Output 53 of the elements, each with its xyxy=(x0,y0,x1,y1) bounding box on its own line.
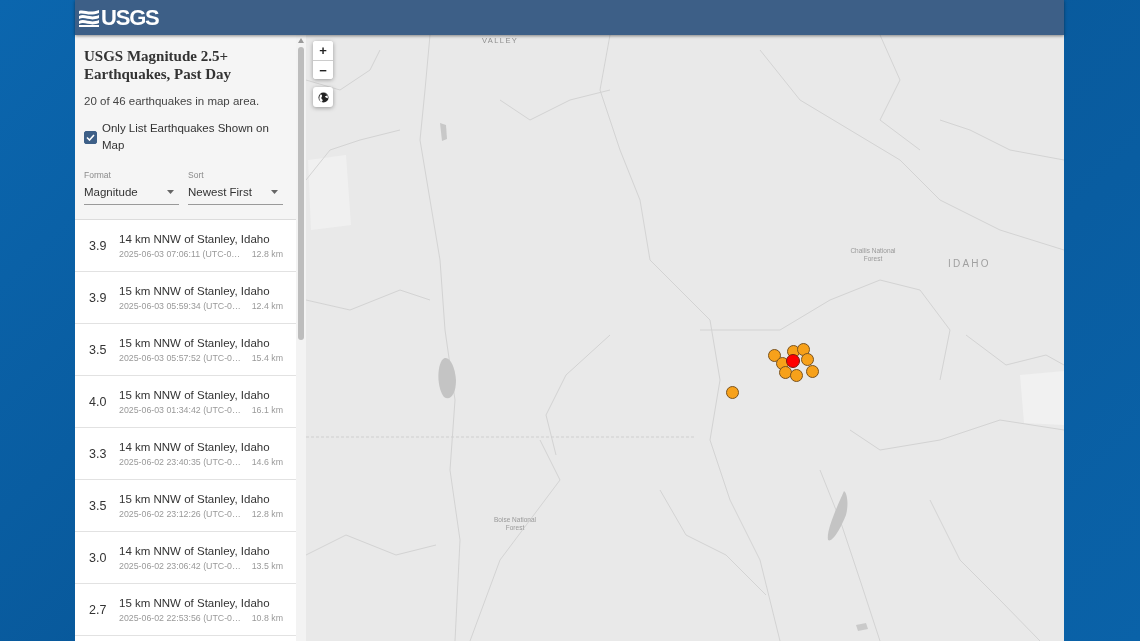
time-text: 2025-06-03 05:59:34 (UTC-0… xyxy=(119,300,241,312)
time-text: 2025-06-02 23:12:26 (UTC-0… xyxy=(119,508,241,520)
earthquake-marker[interactable] xyxy=(786,354,800,368)
magnitude-text: 3.5 xyxy=(89,342,108,357)
time-text: 2025-06-03 01:34:42 (UTC-0… xyxy=(119,404,241,416)
place-text: 14 km NNW of Stanley, Idaho xyxy=(119,543,271,558)
summary-text: 20 of 46 earthquakes in map area. xyxy=(84,94,261,109)
place-text: 14 km NNW of Stanley, Idaho xyxy=(119,231,271,246)
scrollbar-thumb[interactable] xyxy=(298,47,304,340)
place-text: 14 km NNW of Stanley, Idaho xyxy=(119,439,271,454)
map-label: IDAHO xyxy=(948,258,991,269)
globe-button[interactable] xyxy=(313,87,333,107)
time-text: 2025-06-03 05:57:52 (UTC-0… xyxy=(119,352,241,364)
depth-text: 16.1 km xyxy=(251,404,283,416)
magnitude-text: 3.9 xyxy=(89,290,108,305)
magnitude-text: 4.0 xyxy=(89,394,108,409)
time-text: 2025-06-02 23:40:35 (UTC-0… xyxy=(119,456,241,468)
depth-text: 12.8 km xyxy=(251,248,283,260)
depth-text: 13.5 km xyxy=(251,560,283,572)
zoom-button[interactable]: + xyxy=(313,41,333,60)
wave-logo-icon xyxy=(79,8,99,27)
scroll-up-arrow-icon[interactable] xyxy=(298,38,304,43)
magnitude-text: 3.3 xyxy=(89,446,108,461)
magnitude-text: 3.9 xyxy=(89,238,108,253)
magnitude-text: 3.5 xyxy=(89,498,108,513)
list-title: USGS Magnitude 2.5+ Earthquakes, Past Day xyxy=(84,48,233,83)
place-text: 15 km NNW of Stanley, Idaho xyxy=(119,335,271,350)
caret-icon xyxy=(271,190,278,194)
time-text: 2025-06-02 22:53:56 (UTC-0… xyxy=(119,612,241,624)
logo-text[interactable]: USGS xyxy=(101,5,159,30)
format-select[interactable]: Magnitude xyxy=(84,181,179,205)
place-text: 15 km NNW of Stanley, Idaho xyxy=(119,387,271,402)
filter-checkbox[interactable] xyxy=(84,130,97,144)
depth-text: 15.4 km xyxy=(251,352,283,364)
depth-text: 12.8 km xyxy=(251,508,283,520)
format-label: Format xyxy=(84,170,112,181)
magnitude-text: 3.0 xyxy=(89,550,108,565)
sort-label: Sort xyxy=(188,170,205,181)
sort-select[interactable]: Newest First xyxy=(188,181,283,205)
magnitude-text: 2.7 xyxy=(89,602,108,617)
globe-icon xyxy=(317,91,329,103)
time-text: 2025-06-02 23:06:42 (UTC-0… xyxy=(119,560,241,572)
place-text: 15 km NNW of Stanley, Idaho xyxy=(119,595,271,610)
depth-text: 14.6 km xyxy=(251,456,283,468)
check-icon xyxy=(86,133,95,141)
depth-text: 12.4 km xyxy=(251,300,283,312)
place-text: 15 km NNW of Stanley, Idaho xyxy=(119,283,271,298)
depth-text: 10.8 km xyxy=(251,612,283,624)
caret-icon xyxy=(167,190,174,194)
time-text: 2025-06-03 07:06:11 (UTC-0… xyxy=(119,248,241,260)
checkbox-label[interactable]: Only List Earthquakes Shown on Map xyxy=(102,120,278,154)
place-text: 15 km NNW of Stanley, Idaho xyxy=(119,491,271,506)
zoom-button[interactable]: − xyxy=(313,60,333,79)
